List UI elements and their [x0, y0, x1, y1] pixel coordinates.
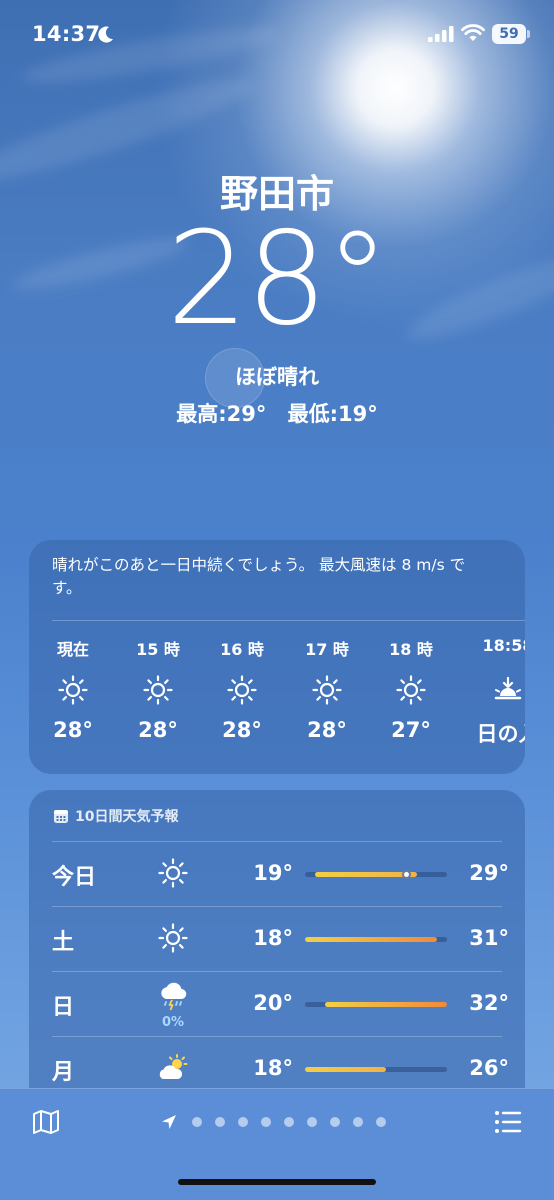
hour-item: 18 時 27° [371, 636, 451, 742]
temp-range-fill [305, 937, 437, 942]
hour-label: 17 時 [305, 640, 349, 659]
temp-range-bar [305, 1002, 447, 1007]
daily-row[interactable]: 土 18° 31° [29, 906, 525, 971]
hour-temp: 28° [307, 718, 347, 742]
current-condition: ほぼ晴れ [235, 365, 319, 389]
sun-icon [396, 675, 426, 705]
page-dot[interactable] [376, 1117, 386, 1127]
divider [52, 841, 502, 842]
page-indicator[interactable] [160, 1113, 400, 1131]
low-temp: 最低:19° [287, 402, 378, 426]
high-temp: 32° [469, 991, 509, 1015]
precip-chance: 0% [161, 1015, 185, 1030]
ten-day-title-text: 10日間天気予報 [75, 809, 179, 825]
divider [52, 1036, 502, 1037]
divider [52, 971, 502, 972]
page-dot[interactable] [353, 1117, 363, 1127]
high-temp: 最高:29° [176, 402, 267, 426]
temp-range-fill [305, 1067, 387, 1072]
hour-label: 18:58 [482, 636, 525, 655]
daily-row[interactable]: 日 0% 20° 32° [29, 971, 525, 1036]
hour-label: 15 時 [136, 640, 180, 659]
low-temp: 19° [253, 861, 293, 885]
low-temp: 20° [253, 991, 293, 1015]
moon-icon [98, 26, 113, 43]
status-bar: 14:37 59 [0, 20, 554, 50]
sun-icon [312, 675, 342, 705]
hour-label: 18 時 [389, 640, 433, 659]
temp-range-fill [325, 1002, 447, 1007]
high-temp: 26° [469, 1056, 509, 1080]
hour-temp: 28° [222, 718, 262, 742]
low-temp: 18° [253, 1056, 293, 1080]
low-temp: 18° [253, 926, 293, 950]
hourly-forecast-card[interactable]: 晴れがこのあと一日中続くでしょう。 最大風速は 8 m/s です。 現在 28°… [29, 540, 525, 774]
page-dot[interactable] [284, 1117, 294, 1127]
daily-row[interactable]: 今日 19° 29° [29, 841, 525, 906]
hour-item: 15 時 28° [118, 636, 198, 742]
high-temp: 29° [469, 861, 509, 885]
home-indicator [178, 1179, 376, 1185]
map-icon[interactable] [32, 1108, 60, 1136]
sun-icon [158, 923, 188, 953]
hour-item: 16 時 28° [202, 636, 282, 742]
page-dot[interactable] [238, 1117, 248, 1127]
hourly-scroll[interactable]: 現在 28° 15 時 28° 16 時 28° 17 時 28° 18 時 2… [29, 636, 525, 756]
forecast-summary: 晴れがこのあと一日中続くでしょう。 最大風速は 8 m/s です。 [52, 556, 466, 597]
temp-range-bar [305, 870, 447, 879]
page-dot[interactable] [307, 1117, 317, 1127]
page-dot[interactable] [261, 1117, 271, 1127]
page-dot[interactable] [192, 1117, 202, 1127]
partly-cloudy-icon [159, 1054, 188, 1079]
battery-tip [527, 30, 530, 38]
hour-label: 現在 [56, 640, 89, 659]
ten-day-forecast-card[interactable]: 10日間天気予報 今日 19° 29° 土 18° 31° 日 0% 20° 3… [29, 790, 525, 1110]
wifi-icon [461, 24, 485, 41]
list-icon[interactable] [494, 1109, 522, 1135]
hour-temp: 27° [391, 718, 431, 742]
sun-icon [58, 675, 88, 705]
hour-item: 18:58 日の入 [468, 636, 526, 748]
ten-day-title: 10日間天気予報 [53, 806, 178, 826]
current-temperature: 28° [166, 205, 390, 354]
day-label: 今日 [52, 865, 97, 890]
cellular-signal-icon [428, 26, 454, 42]
page-dot[interactable] [330, 1117, 340, 1127]
sun-icon [227, 675, 257, 705]
day-label: 日 [52, 995, 75, 1020]
current-temp-dot [401, 870, 411, 879]
hour-temp: 日の入 [476, 722, 526, 746]
divider [52, 620, 525, 621]
location-arrow-icon[interactable] [160, 1113, 178, 1131]
sun-icon [158, 858, 188, 888]
sunset-icon [494, 676, 522, 700]
hour-item: 現在 28° [33, 636, 113, 742]
high-temp: 31° [469, 926, 509, 950]
page-dot[interactable] [215, 1117, 225, 1127]
calendar-icon [54, 810, 68, 823]
day-label: 土 [52, 930, 75, 955]
divider [52, 906, 502, 907]
day-label: 月 [52, 1060, 75, 1085]
status-time: 14:37 [32, 22, 101, 46]
hour-label: 16 時 [220, 640, 264, 659]
cloud-bolt-rain-icon [161, 982, 187, 1011]
hour-item: 17 時 28° [287, 636, 367, 742]
sun-icon [143, 675, 173, 705]
high-low: 最高:29° 最低:19° [0, 398, 554, 428]
temp-range-bar [305, 937, 447, 942]
hour-temp: 28° [138, 718, 178, 742]
battery-icon: 59 [492, 24, 526, 44]
temp-range-bar [305, 1067, 447, 1072]
hour-temp: 28° [53, 718, 93, 742]
